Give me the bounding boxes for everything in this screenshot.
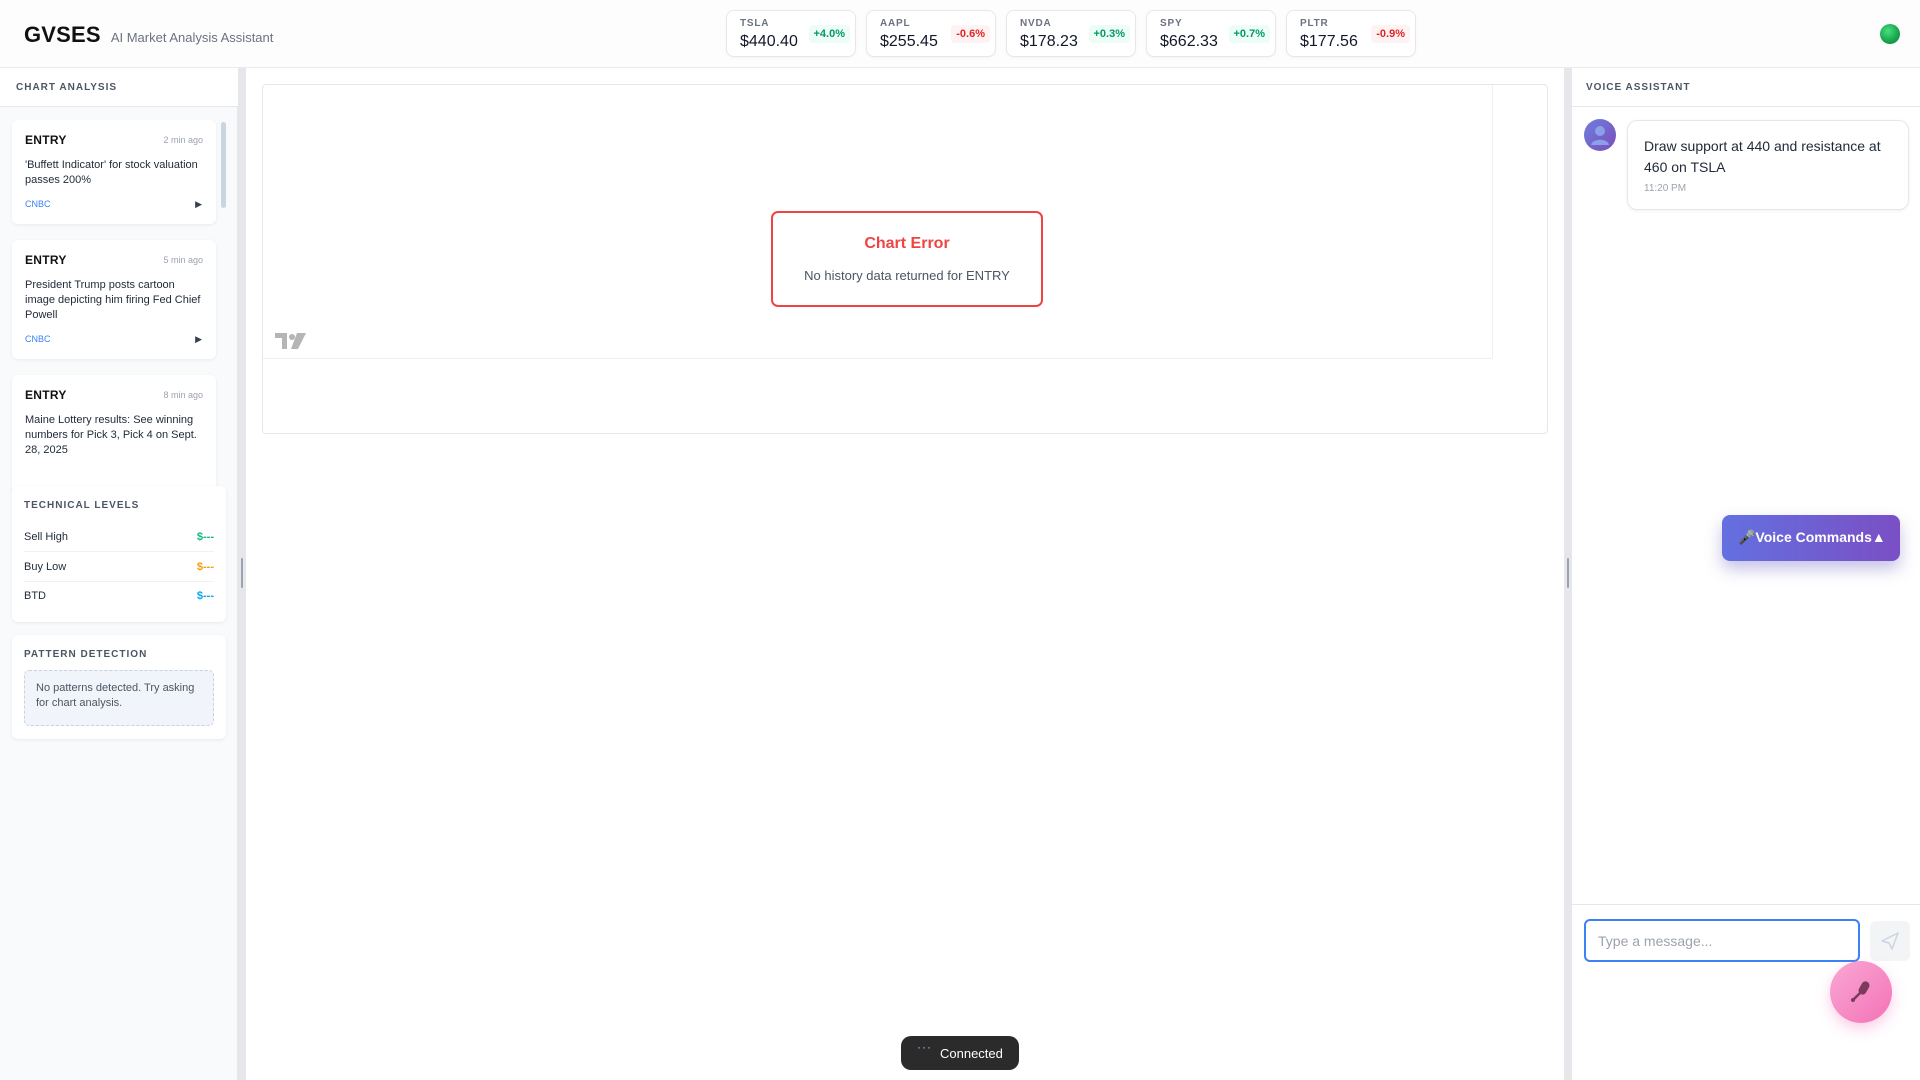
ticker-change: +0.3% xyxy=(1088,25,1130,43)
ticker-symbol: TSLA xyxy=(740,18,770,29)
voice-assistant-panel: VOICE ASSISTANT Draw support at 440 and … xyxy=(1572,68,1920,1080)
level-label: Buy Low xyxy=(24,561,67,573)
sidebar-title: CHART ANALYSIS xyxy=(16,82,118,93)
level-label: Sell High xyxy=(24,531,69,543)
tradingview-logo-icon[interactable] xyxy=(275,332,307,350)
voice-commands-button[interactable]: 🎤Voice Commands▲ xyxy=(1722,515,1900,561)
news-scrollbar[interactable] xyxy=(220,120,227,538)
ticker-bar: TSLA $440.40 +4.0% AAPL $255.45 -0.6% NV… xyxy=(726,10,1416,57)
level-label: BTD xyxy=(24,590,46,602)
ticker-symbol: AAPL xyxy=(880,18,911,29)
chat-message: Draw support at 440 and resistance at 46… xyxy=(1627,120,1909,210)
sidebar-header: CHART ANALYSIS xyxy=(0,68,238,107)
toast-text: Connected xyxy=(940,1046,1003,1061)
brand-name: GVSES xyxy=(24,22,101,47)
voice-assistant-title: VOICE ASSISTANT xyxy=(1586,82,1691,93)
app-header: GVSES AI Market Analysis Assistant TSLA … xyxy=(0,0,1920,68)
level-row-btd: BTD $--- xyxy=(24,582,214,611)
pattern-empty-state: No patterns detected. Try asking for cha… xyxy=(24,670,214,726)
chat-message-time: 11:20 PM xyxy=(1644,183,1687,194)
news-symbol: ENTRY xyxy=(25,388,67,402)
news-time: 8 min ago xyxy=(163,390,203,400)
ticker-change: -0.9% xyxy=(1371,25,1410,43)
message-input[interactable] xyxy=(1584,919,1860,962)
news-symbol: ENTRY xyxy=(25,253,67,267)
ticker-card-aapl[interactable]: AAPL $255.45 -0.6% xyxy=(866,10,996,57)
microphone-icon xyxy=(1851,981,1870,1002)
ticker-price: $662.33 xyxy=(1160,33,1218,50)
ticker-change: +0.7% xyxy=(1228,25,1270,43)
resize-grip-icon xyxy=(1567,558,1569,588)
news-item[interactable]: ENTRY 8 min ago Maine Lottery results: S… xyxy=(12,375,216,494)
chart-container[interactable]: Chart Error No history data returned for… xyxy=(262,84,1548,434)
play-icon[interactable]: ▶ xyxy=(195,199,202,210)
ellipsis-icon: ··· xyxy=(917,1040,932,1054)
left-panel-resizer[interactable] xyxy=(238,68,246,1080)
news-list[interactable]: ENTRY 2 min ago 'Buffett Indicator' for … xyxy=(0,120,238,538)
ticker-symbol: SPY xyxy=(1160,18,1183,29)
play-icon[interactable]: ▶ xyxy=(195,334,202,345)
chart-error-message: No history data returned for ENTRY xyxy=(804,268,1010,283)
voice-assistant-header: VOICE ASSISTANT xyxy=(1572,68,1920,107)
level-value: $--- xyxy=(196,590,214,602)
news-scrollbar-thumb[interactable] xyxy=(221,122,226,208)
level-value: $--- xyxy=(196,561,214,573)
news-title: Maine Lottery results: See winning numbe… xyxy=(25,414,197,456)
news-title: President Trump posts cartoon image depi… xyxy=(25,279,201,321)
ticker-symbol: NVDA xyxy=(1020,18,1052,29)
level-row-buy-low: Buy Low $--- xyxy=(24,553,214,582)
news-item[interactable]: ENTRY 2 min ago 'Buffett Indicator' for … xyxy=(12,120,216,224)
send-icon xyxy=(1881,932,1899,950)
chat-input-area xyxy=(1572,904,1920,1080)
ticker-card-spy[interactable]: SPY $662.33 +0.7% xyxy=(1146,10,1276,57)
send-button[interactable] xyxy=(1870,921,1910,961)
ticker-price: $178.23 xyxy=(1020,33,1078,50)
news-title: 'Buffett Indicator' for stock valuation … xyxy=(25,159,198,186)
technical-levels-title: TECHNICAL LEVELS xyxy=(24,500,140,511)
ticker-price: $255.45 xyxy=(880,33,938,50)
resize-grip-icon xyxy=(241,558,243,588)
brand: GVSES AI Market Analysis Assistant xyxy=(24,22,273,48)
chart-error-box: Chart Error No history data returned for… xyxy=(771,211,1043,307)
ticker-change: +4.0% xyxy=(808,25,850,43)
ticker-card-tsla[interactable]: TSLA $440.40 +4.0% xyxy=(726,10,856,57)
ticker-card-pltr[interactable]: PLTR $177.56 -0.9% xyxy=(1286,10,1416,57)
right-panel-resizer[interactable] xyxy=(1564,68,1572,1080)
ticker-symbol: PLTR xyxy=(1300,18,1329,29)
chart-area: Chart Error No history data returned for… xyxy=(246,68,1564,1080)
news-item[interactable]: ENTRY 5 min ago President Trump posts ca… xyxy=(12,240,216,359)
ticker-card-nvda[interactable]: NVDA $178.23 +0.3% xyxy=(1006,10,1136,57)
news-time: 2 min ago xyxy=(163,135,203,145)
ticker-change: -0.6% xyxy=(951,25,990,43)
pattern-detection-panel: PATTERN DETECTION No patterns detected. … xyxy=(12,635,226,739)
connection-toast: ··· Connected xyxy=(901,1036,1019,1070)
user-avatar-icon xyxy=(1584,119,1616,151)
brand-subtitle: AI Market Analysis Assistant xyxy=(110,30,274,45)
chat-message-text: Draw support at 440 and resistance at 46… xyxy=(1644,138,1881,175)
ticker-price: $440.40 xyxy=(740,33,798,50)
chart-analysis-sidebar: CHART ANALYSIS ENTRY 2 min ago 'Buffett … xyxy=(0,68,238,1080)
news-source-link[interactable]: CNBC xyxy=(25,334,51,344)
voice-commands-label: 🎤Voice Commands▲ xyxy=(1738,529,1886,545)
level-row-sell-high: Sell High $--- xyxy=(24,523,214,552)
connection-status-icon xyxy=(1880,24,1900,44)
news-time: 5 min ago xyxy=(163,255,203,265)
news-symbol: ENTRY xyxy=(25,133,67,147)
level-value: $--- xyxy=(196,531,214,543)
ticker-price: $177.56 xyxy=(1300,33,1358,50)
technical-levels-panel: TECHNICAL LEVELS Sell High $--- Buy Low … xyxy=(12,486,226,622)
pattern-detection-title: PATTERN DETECTION xyxy=(24,649,148,660)
news-source-link[interactable]: CNBC xyxy=(25,199,51,209)
chart-error-title: Chart Error xyxy=(864,235,950,252)
microphone-button[interactable] xyxy=(1830,961,1892,1023)
